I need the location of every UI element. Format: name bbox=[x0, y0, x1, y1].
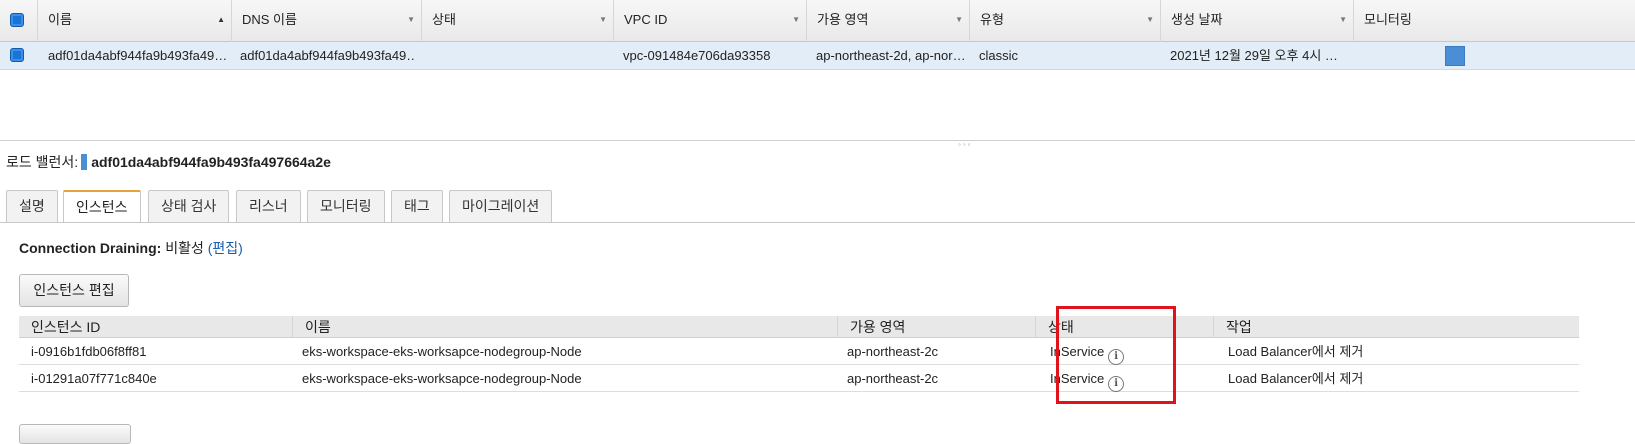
column-header-vpc[interactable]: VPC ID ▼ bbox=[613, 0, 806, 42]
sort-desc-icon[interactable]: ▼ bbox=[955, 0, 963, 40]
row-created-cell: 2021년 12월 29일 오후 4시 … bbox=[1170, 48, 1338, 63]
column-header-dns-label: DNS 이름 bbox=[242, 12, 297, 27]
instances-table: 인스턴스 ID 이름 가용 영역 상태 작업 i-0916b1fdb06f8ff… bbox=[19, 316, 1579, 392]
tab-instances[interactable]: 인스턴스 bbox=[63, 190, 141, 223]
column-header-state-label: 상태 bbox=[432, 12, 456, 27]
sort-desc-icon[interactable]: ▼ bbox=[792, 0, 800, 40]
column-header-type[interactable]: 유형 ▼ bbox=[969, 0, 1160, 42]
row-name-cell: adf01da4abf944fa9b493fa49… bbox=[48, 48, 226, 63]
instance-name: eks-workspace-eks-worksapce-nodegroup-No… bbox=[302, 371, 582, 386]
lb-grid-header: 이름 ▲ DNS 이름 ▼ 상태 ▼ VPC ID ▼ 가용 영역 ▼ 유형 ▼… bbox=[0, 0, 1635, 42]
connection-draining-value: 비활성 bbox=[165, 240, 204, 256]
sort-desc-icon[interactable]: ▼ bbox=[407, 0, 415, 40]
secondary-button[interactable] bbox=[19, 424, 131, 444]
column-header-type-label: 유형 bbox=[980, 12, 1004, 27]
remove-from-lb-link[interactable]: Load Balancer에서 제거 bbox=[1228, 365, 1363, 392]
connection-draining-edit-link[interactable]: (편집) bbox=[208, 240, 243, 256]
instance-az: ap-northeast-2c bbox=[847, 344, 939, 359]
column-header-created-label: 생성 날짜 bbox=[1171, 12, 1223, 27]
monitoring-chart-icon[interactable] bbox=[1445, 46, 1465, 66]
splitter-grip-icon[interactable]: ◦◦◦ bbox=[958, 141, 973, 149]
row-az-cell: ap-northeast-2d, ap-nor… bbox=[816, 48, 966, 63]
pane-splitter[interactable] bbox=[0, 140, 1635, 141]
connection-draining-line: Connection Draining: 비활성 (편집) bbox=[19, 238, 243, 258]
tabs-divider bbox=[0, 222, 1635, 223]
instance-name: eks-workspace-eks-worksapce-nodegroup-No… bbox=[302, 344, 582, 359]
instances-header-name: 이름 bbox=[292, 316, 837, 338]
column-header-az[interactable]: 가용 영역 ▼ bbox=[806, 0, 969, 42]
row-type-cell: classic bbox=[979, 48, 1019, 63]
column-header-monitoring-label: 모니터링 bbox=[1364, 12, 1412, 27]
sort-asc-icon[interactable]: ▲ bbox=[217, 0, 225, 40]
row-vpc-cell: vpc-091484e706da93358 bbox=[623, 48, 771, 63]
column-header-monitoring[interactable]: 모니터링 bbox=[1353, 0, 1635, 42]
sort-desc-icon[interactable]: ▼ bbox=[1146, 0, 1154, 40]
instances-table-header: 인스턴스 ID 이름 가용 영역 상태 작업 bbox=[19, 316, 1579, 338]
column-header-az-label: 가용 영역 bbox=[817, 12, 869, 27]
instance-az: ap-northeast-2c bbox=[847, 371, 939, 386]
column-header-state[interactable]: 상태 ▼ bbox=[421, 0, 613, 42]
select-all-checkbox[interactable] bbox=[10, 13, 24, 27]
table-row: i-01291a07f771c840e eks-workspace-eks-wo… bbox=[19, 365, 1579, 392]
instances-header-az: 가용 영역 bbox=[837, 316, 1035, 338]
row-dns-cell: adf01da4abf944fa9b493fa49… bbox=[240, 48, 416, 63]
instance-id-link[interactable]: i-01291a07f771c840e bbox=[31, 365, 157, 392]
connection-draining-label: Connection Draining: bbox=[19, 240, 162, 256]
sort-desc-icon[interactable]: ▼ bbox=[599, 0, 607, 40]
remove-from-lb-link[interactable]: Load Balancer에서 제거 bbox=[1228, 338, 1363, 365]
column-header-vpc-label: VPC ID bbox=[624, 12, 668, 27]
tab-health-check[interactable]: 상태 검사 bbox=[148, 190, 230, 222]
edit-instances-button[interactable]: 인스턴스 편집 bbox=[19, 274, 129, 307]
state-column-highlight bbox=[1056, 306, 1176, 404]
column-header-name[interactable]: 이름 ▲ bbox=[37, 0, 231, 42]
instances-header-action: 작업 bbox=[1213, 316, 1511, 338]
tab-monitoring[interactable]: 모니터링 bbox=[307, 190, 385, 222]
column-header-dns[interactable]: DNS 이름 ▼ bbox=[231, 0, 421, 42]
instance-id-link[interactable]: i-0916b1fdb06f8ff81 bbox=[31, 338, 146, 365]
row-state-cell bbox=[431, 42, 607, 70]
load-balancer-label: 로드 밸런서: bbox=[6, 154, 79, 170]
tab-description[interactable]: 설명 bbox=[6, 190, 58, 222]
load-balancer-name: adf01da4abf944fa9b493fa497664a2e bbox=[91, 154, 331, 170]
column-header-name-label: 이름 bbox=[48, 12, 72, 27]
table-row: i-0916b1fdb06f8ff81 eks-workspace-eks-wo… bbox=[19, 338, 1579, 365]
tab-migration[interactable]: 마이그레이션 bbox=[449, 190, 553, 222]
load-balancer-title: 로드 밸런서: adf01da4abf944fa9b493fa497664a2e bbox=[6, 152, 331, 172]
tab-tags[interactable]: 태그 bbox=[391, 190, 443, 222]
tab-listeners[interactable]: 리스너 bbox=[236, 190, 301, 222]
row-checkbox[interactable] bbox=[10, 48, 24, 62]
lb-grid-row-selected[interactable]: adf01da4abf944fa9b493fa49… adf01da4abf94… bbox=[0, 42, 1635, 70]
instances-header-id: 인스턴스 ID bbox=[31, 319, 101, 335]
column-header-created[interactable]: 생성 날짜 ▼ bbox=[1160, 0, 1353, 42]
sort-desc-icon[interactable]: ▼ bbox=[1339, 0, 1347, 40]
lb-marker-icon bbox=[81, 154, 88, 170]
